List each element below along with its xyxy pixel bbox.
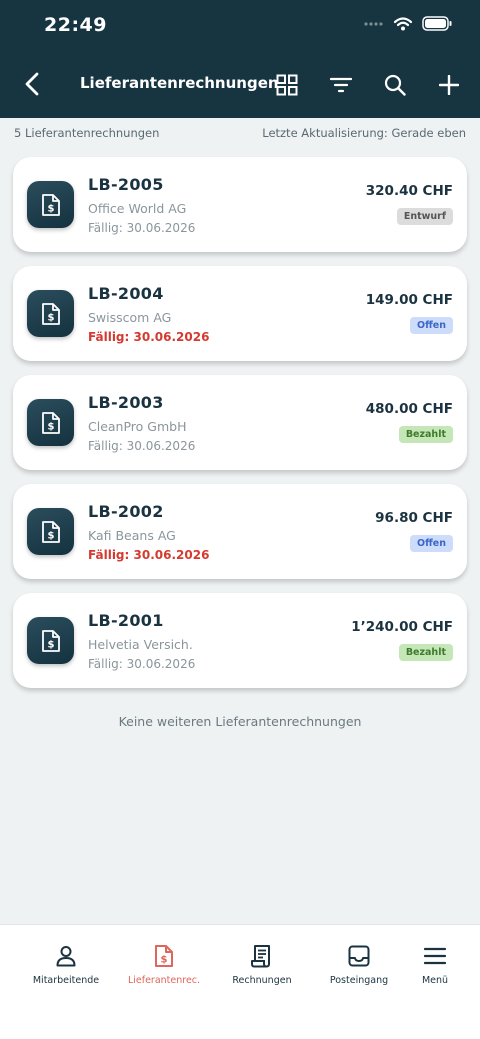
list-meta: 5 Lieferantenrechnungen Letzte Aktualisi… [14, 126, 466, 142]
invoice-dollar-icon: $ [155, 945, 173, 967]
invoice-count: 5 Lieferantenrechnungen [14, 126, 160, 140]
status-time: 22:49 [44, 14, 107, 36]
tab-label: Mitarbeitende [32, 975, 100, 986]
status-icons [364, 16, 452, 31]
wifi-icon [394, 16, 412, 30]
app-header: 22:49 Lieferantenrechnungen [0, 0, 480, 118]
tab-rechnungen[interactable]: Rechnungen [214, 943, 310, 986]
invoice-dollar-icon: $ [27, 508, 74, 555]
invoice-dollar-icon: $ [27, 617, 74, 664]
status-badge: Offen [410, 535, 453, 552]
invoice-due-date: Fällig: 30.06.2026 [88, 548, 210, 562]
invoice-dollar-icon: $ [27, 399, 74, 446]
bottom-tab-bar: Mitarbeitende $ Lieferantenrec. Rechnung… [0, 924, 480, 1039]
status-badge: Bezahlt [398, 644, 453, 661]
invoice-vendor: Helvetia Versich. [88, 637, 193, 652]
invoice-card[interactable]: $ LB-2001 Helvetia Versich. Fällig: 30.0… [13, 593, 467, 688]
svg-text:$: $ [161, 955, 168, 966]
invoice-card[interactable]: $ LB-2003 CleanPro GmbH Fällig: 30.06.20… [13, 375, 467, 470]
status-badge: Offen [410, 317, 453, 334]
battery-icon [422, 16, 452, 31]
page-title: Lieferantenrechnungen [80, 74, 279, 92]
invoice-due-date: Fällig: 30.06.2026 [88, 439, 196, 453]
invoice-dollar-icon: $ [27, 181, 74, 228]
back-button[interactable] [18, 70, 46, 98]
invoice-vendor: Kafi Beans AG [88, 528, 176, 543]
invoice-number: LB-2005 [88, 175, 164, 194]
tab-label: Lieferantenrec. [127, 975, 201, 986]
grid-icon [276, 74, 298, 96]
tab-lieferantenrechnungen[interactable]: $ Lieferantenrec. [116, 943, 212, 986]
invoice-due-date: Fällig: 30.06.2026 [88, 221, 196, 235]
tab-label: Rechnungen [232, 975, 292, 986]
person-icon [56, 946, 76, 967]
add-button[interactable] [432, 68, 466, 102]
invoice-due-date: Fällig: 30.06.2026 [88, 330, 210, 344]
status-badge: Entwurf [396, 208, 453, 225]
svg-text:$: $ [47, 421, 54, 432]
invoice-vendor: CleanPro GmbH [88, 419, 187, 434]
status-badge: Bezahlt [398, 426, 453, 443]
invoice-amount: 149.00 CHF [365, 292, 453, 308]
tab-mitarbeitende[interactable]: Mitarbeitende [18, 943, 114, 986]
inbox-icon [348, 945, 370, 967]
invoice-due-date: Fällig: 30.06.2026 [88, 657, 196, 671]
invoice-amount: 480.00 CHF [365, 401, 453, 417]
svg-text:$: $ [47, 530, 54, 541]
invoice-number: LB-2002 [88, 502, 164, 521]
invoice-vendor: Office World AG [88, 201, 187, 216]
svg-text:$: $ [47, 639, 54, 650]
svg-text:$: $ [47, 203, 54, 214]
last-updated: Letzte Aktualisierung: Gerade eben [262, 126, 466, 140]
plus-icon [439, 75, 459, 95]
invoice-amount: 96.80 CHF [375, 510, 453, 526]
menu-icon [424, 947, 446, 965]
invoice-list: $ LB-2005 Office World AG Fällig: 30.06.… [13, 157, 467, 702]
tab-label: Menü [421, 975, 449, 986]
invoice-dollar-icon: $ [27, 290, 74, 337]
invoice-card[interactable]: $ LB-2004 Swisscom AG Fällig: 30.06.2026… [13, 266, 467, 361]
invoice-number: LB-2004 [88, 284, 164, 303]
signal-icon [364, 21, 383, 26]
end-of-list-note: Keine weiteren Lieferantenrechnungen [118, 714, 362, 729]
tab-menu[interactable]: Menü [387, 943, 480, 986]
filter-icon [330, 77, 352, 93]
invoice-card[interactable]: $ LB-2005 Office World AG Fällig: 30.06.… [13, 157, 467, 252]
filter-button[interactable] [324, 68, 358, 102]
grid-view-button[interactable] [270, 68, 304, 102]
receipt-icon [251, 945, 270, 968]
invoice-card[interactable]: $ LB-2002 Kafi Beans AG Fällig: 30.06.20… [13, 484, 467, 579]
invoice-vendor: Swisscom AG [88, 310, 172, 325]
svg-text:$: $ [47, 312, 54, 323]
invoice-amount: 1’240.00 CHF [351, 619, 453, 635]
search-button[interactable] [378, 68, 412, 102]
chevron-left-icon [25, 72, 39, 96]
invoice-amount: 320.40 CHF [365, 183, 453, 199]
invoice-number: LB-2003 [88, 393, 164, 412]
search-icon [384, 74, 406, 96]
nav-actions [270, 68, 466, 102]
invoice-number: LB-2001 [88, 611, 164, 630]
